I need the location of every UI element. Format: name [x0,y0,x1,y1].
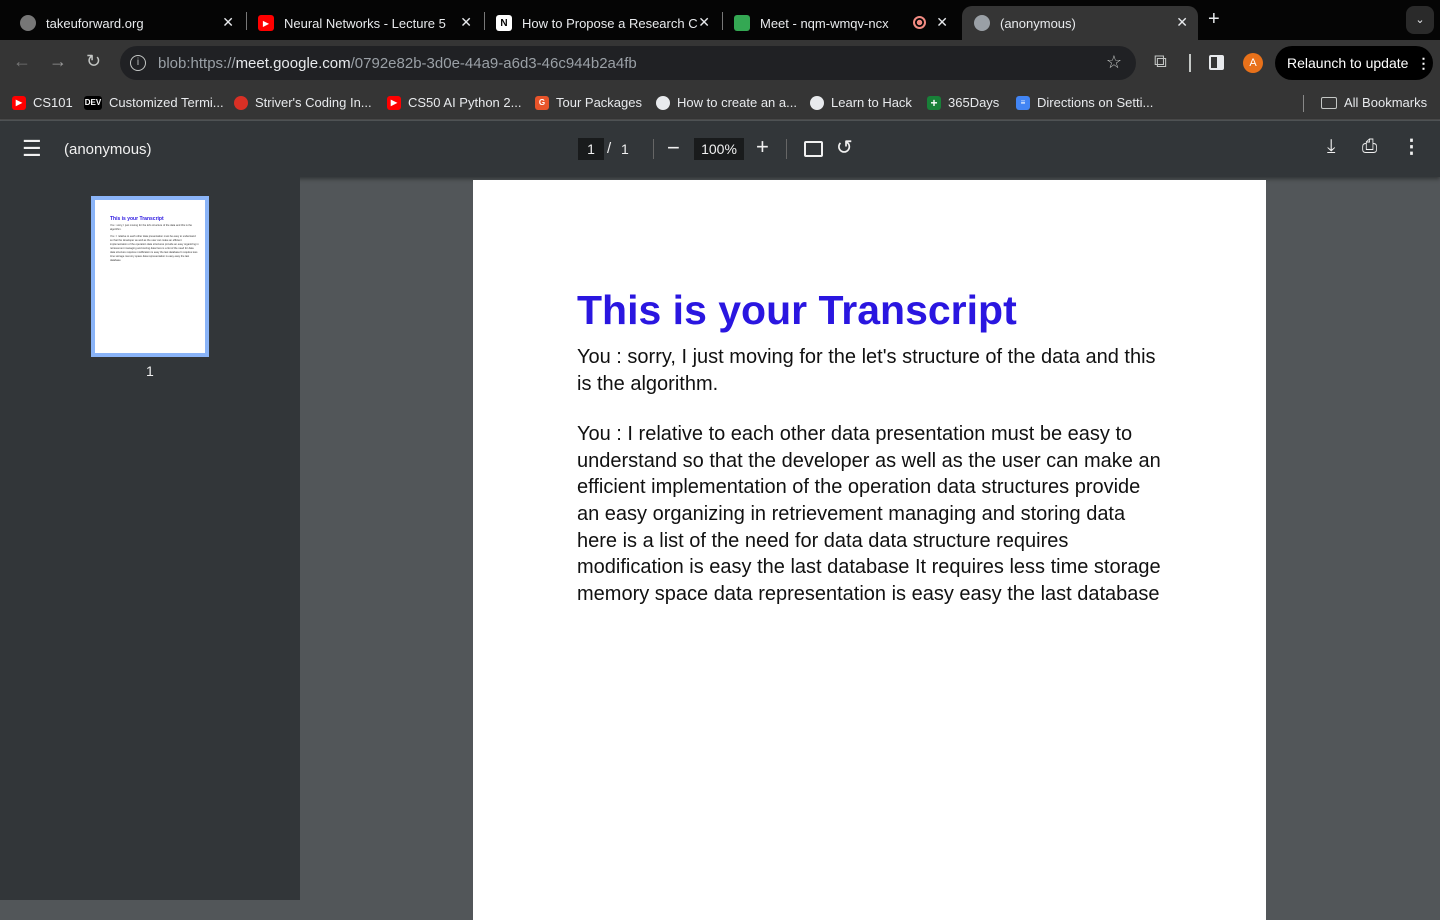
folder-icon [1321,96,1337,109]
url-host: meet.google.com [235,54,351,72]
fit-to-page-icon[interactable] [804,141,823,157]
extensions-puzzle-icon[interactable]: ⧉ [1154,51,1167,72]
reload-icon[interactable]: ↻ [86,51,101,72]
tab-meet[interactable]: Meet - nqm-wmqv-ncx ✕ [722,6,958,40]
more-options-icon[interactable]: ⋮ [1402,136,1421,159]
g-icon: G [535,95,549,110]
divider [1189,54,1191,72]
bookmark-star-icon[interactable]: ☆ [1106,52,1122,73]
close-tab-icon[interactable]: ✕ [698,14,710,31]
youtube-icon: ▶ [258,15,274,31]
bookmark-tour-packages[interactable]: G Tour Packages [535,95,642,110]
page-total: 1 [621,141,629,157]
tab-search-chevron-icon[interactable]: ⌄ [1406,6,1434,34]
document-title: This is your Transcript [577,287,1017,333]
back-arrow-icon[interactable]: ← [13,51,31,72]
notion-icon: N [496,15,512,31]
page-number-input[interactable]: 1 [578,138,604,160]
tab-takeuforward[interactable]: takeuforward.org ✕ [8,6,244,40]
thumb-paragraph: You : I relative to each other data pres… [110,235,199,262]
bookmark-label: Directions on Setti... [1037,95,1154,110]
bookmark-label: Tour Packages [556,95,642,110]
tab-notion[interactable]: N How to Propose a Research C ✕ [484,6,720,40]
download-icon[interactable]: ⤓ [1327,136,1335,158]
bookmark-label: Customized Termi... [109,95,224,110]
bookmark-label: Learn to Hack [831,95,912,110]
transcript-paragraph: You : sorry, I just moving for the let's… [577,346,1156,395]
zoom-in-icon[interactable]: + [756,134,769,160]
thumb-paragraph: You : sorry, I just moving for the let's… [110,224,192,231]
bookmark-label: Striver's Coding In... [255,95,372,110]
page-thumbnail[interactable]: This is your Transcript You : sorry, I j… [91,196,209,357]
tab-anonymous[interactable]: (anonymous) ✕ [962,6,1198,40]
relaunch-button[interactable]: Relaunch to update ⋮ [1275,46,1433,80]
bookmark-customized-terminal[interactable]: DEV Customized Termi... [84,95,224,110]
kebab-menu-icon: ⋮ [1416,54,1431,71]
rotate-icon[interactable]: ↺ [836,135,853,160]
bookmark-learn-to-hack[interactable]: Learn to Hack [810,95,912,110]
all-bookmarks[interactable]: All Bookmarks [1321,95,1427,110]
globe-icon [974,15,990,31]
bookmark-label: All Bookmarks [1344,95,1428,110]
divider [653,139,654,159]
pdf-page: This is your Transcript You : sorry, I j… [473,180,1266,920]
close-tab-icon[interactable]: ✕ [222,14,234,31]
bookmark-strivers[interactable]: Striver's Coding In... [234,95,372,110]
youtube-icon: ▶ [12,95,26,110]
thumb-title: This is your Transcript [110,216,164,222]
globe-icon [810,95,824,110]
tab-title: (anonymous) [1000,15,1076,31]
close-tab-icon[interactable]: ✕ [460,14,472,31]
thumbnail-page-label: 1 [146,363,154,379]
close-tab-icon[interactable]: ✕ [1176,14,1188,31]
pdf-title: (anonymous) [64,141,152,158]
bookmark-label: CS101 [33,95,73,110]
bookmark-directions[interactable]: ≡ Directions on Setti... [1016,95,1153,110]
dev-icon: DEV [84,95,102,110]
tab-title: Neural Networks - Lecture 5 [284,15,446,31]
recording-icon [913,16,926,29]
tab-strip: takeuforward.org ✕ ▶ Neural Networks - Lec… [0,0,1440,40]
tab-title: How to Propose a Research C [522,15,698,31]
sheets-icon: + [927,95,941,110]
profile-avatar[interactable]: A [1243,53,1263,73]
tab-title: Meet - nqm-wmqv-ncx [760,15,889,31]
close-tab-icon[interactable]: ✕ [936,14,948,31]
bookmark-label: 365Days [948,95,1000,110]
forward-arrow-icon[interactable]: → [49,51,67,72]
side-panel-icon[interactable] [1209,55,1224,70]
bookmark-label: How to create an a... [677,95,797,110]
divider [1303,95,1304,112]
tab-title: takeuforward.org [46,15,144,31]
bookmark-label: CS50 AI Python 2... [408,95,522,110]
print-icon[interactable]: ⎙ [1362,136,1377,158]
zoom-input[interactable]: 100% [694,138,744,160]
bookmarks-bar: ▶ CS101 DEV Customized Termi... Striver's … [0,86,1440,120]
bookmark-cs50[interactable]: ▶ CS50 AI Python 2... [387,95,521,110]
docs-icon: ≡ [1016,95,1030,110]
divider [786,139,787,159]
new-tab-plus-icon[interactable]: + [1208,8,1220,31]
zoom-out-icon[interactable]: − [667,135,680,161]
address-bar[interactable]: i blob:https://meet.google.com/0792e82b-… [120,46,1136,80]
youtube-icon: ▶ [387,95,401,110]
url-scheme: blob:https:// [158,54,236,72]
globe-icon [656,95,670,110]
tuf-icon [234,95,248,110]
bookmark-how-to-create[interactable]: How to create an a... [656,95,797,110]
url-path: /0792e82b-3d0e-44a9-a6d3-46c944b2a4fb [350,54,637,72]
site-info-icon[interactable]: i [130,55,146,71]
tab-neural-networks[interactable]: ▶ Neural Networks - Lecture 5 ✕ [246,6,482,40]
browser-toolbar: ← → ↻ i blob:https://meet.google.com/079… [0,40,1440,86]
page-separator: / [607,140,612,157]
pdf-toolbar: ☰ (anonymous) 1 / 1 − 100% + ↺ ⤓ ⎙ ⋮ [0,121,1440,177]
transcript-paragraph: You : I relative to each other data pres… [577,423,1161,605]
tab-favicon-icon [20,15,36,31]
bookmark-365days[interactable]: +365Days [927,95,999,110]
menu-hamburger-icon[interactable]: ☰ [22,136,42,162]
meet-icon [734,15,750,31]
relaunch-label: Relaunch to update [1287,55,1409,71]
bookmark-cs101[interactable]: ▶ CS101 [12,95,73,110]
